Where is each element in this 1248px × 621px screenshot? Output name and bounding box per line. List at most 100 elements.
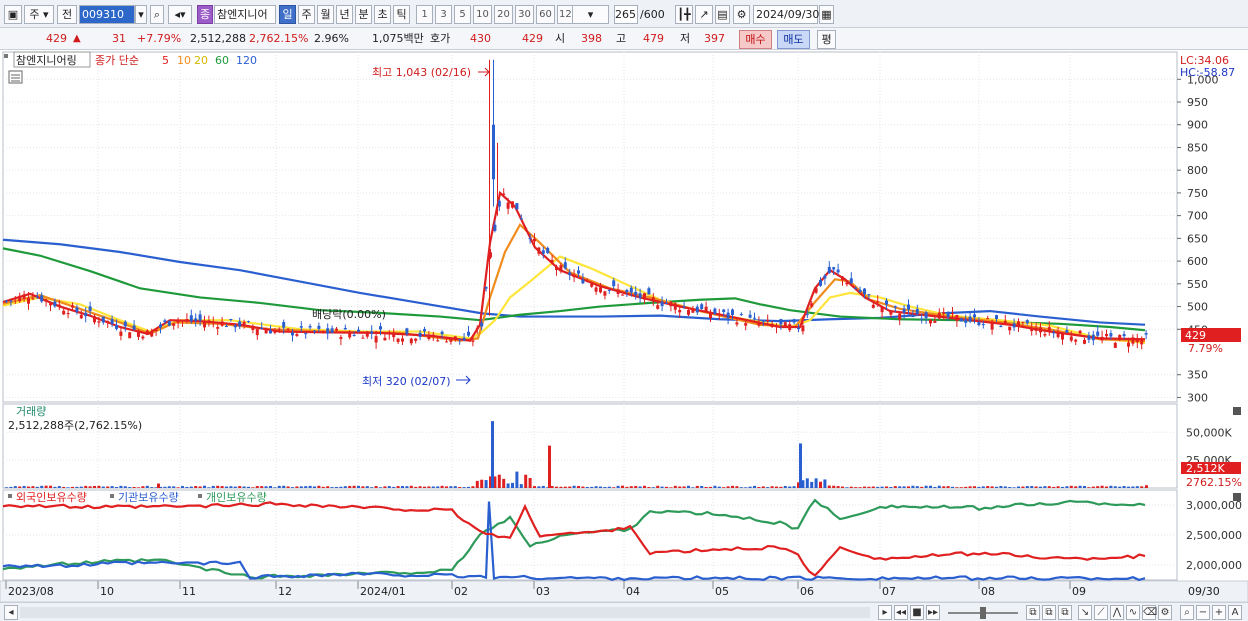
volume-spike-bar [1145, 485, 1148, 488]
candle-body [348, 332, 352, 338]
scroll-left-icon[interactable]: ◂ [4, 605, 18, 620]
volume-bar [71, 486, 74, 488]
minute-tab-5[interactable]: 5 [454, 5, 471, 24]
play-icon[interactable]: ▸▸ [926, 605, 940, 620]
volume-close-icon [1233, 407, 1241, 415]
calendar-icon[interactable]: ▦ [819, 5, 834, 24]
volume-bar [405, 486, 409, 488]
volume-bar [458, 487, 462, 488]
candle-body [1025, 320, 1029, 324]
save-icon[interactable]: ▤ [715, 5, 730, 24]
candle-body [339, 337, 343, 339]
volume-bar [396, 486, 400, 488]
volume-bar [282, 485, 286, 488]
candle-body [247, 321, 250, 323]
price-tick-label: 550 [1187, 278, 1208, 291]
font-icon[interactable]: A [1228, 605, 1242, 620]
fib-tool-icon[interactable]: ⋀ [1110, 605, 1124, 620]
period-tab-1[interactable]: 주 [298, 5, 315, 24]
crosshair-icon[interactable]: ↗ [695, 5, 713, 24]
sound-icon[interactable]: ◂▾ [168, 5, 192, 24]
avg-button[interactable]: 평 [817, 30, 836, 49]
volume-bar [691, 487, 695, 488]
candle-body [801, 325, 805, 332]
volume-bar [35, 486, 39, 488]
period-tab-0[interactable]: 일 [279, 5, 296, 24]
period-tab-3[interactable]: 년 [336, 5, 353, 24]
volume-bar [902, 486, 906, 488]
candle-body [748, 314, 752, 318]
candle-icon[interactable]: ┃╋ [675, 5, 693, 24]
window2-icon[interactable]: ⧉ [1042, 605, 1056, 620]
minute-tab-60[interactable]: 60 [536, 5, 555, 24]
volume-bar [286, 486, 290, 488]
volume-bar [163, 486, 167, 488]
volume-bar [326, 486, 330, 488]
buy-button[interactable]: 매수 [739, 30, 772, 49]
clear-tool-icon[interactable]: ⌫ [1142, 605, 1157, 620]
zoom-in-icon[interactable]: + [1212, 605, 1226, 620]
volume-bar [370, 487, 374, 488]
line-tool-icon[interactable]: ↘ [1078, 605, 1092, 620]
date-input[interactable]: 2024/09/30 [753, 5, 819, 24]
zoom-out-icon[interactable]: − [1196, 605, 1210, 620]
minute-tab-30[interactable]: 30 [515, 5, 534, 24]
minute-tab-3[interactable]: 3 [435, 5, 452, 24]
chart-type-icon[interactable]: ▣ [4, 5, 22, 24]
period-tab-4[interactable]: 분 [355, 5, 372, 24]
candle-body [867, 294, 871, 296]
chart-svg[interactable]: 2023/08 10 11 12 2024/01 02 03 04 05 06 07 08 09 09/3… [0, 50, 1248, 603]
holdings-legend-marker [8, 494, 12, 498]
candle-body [779, 319, 783, 325]
candle-body [1140, 339, 1144, 345]
chart-area[interactable]: 2023/08 10 11 12 2024/01 02 03 04 05 06 07 08 09 09/3… [0, 50, 1248, 603]
stop-icon[interactable]: ■ [910, 605, 924, 620]
candle-body [84, 312, 88, 317]
candle-body [387, 332, 391, 334]
stock-code-input[interactable]: 009310 [79, 5, 135, 24]
window-icon[interactable]: ⧉ [1026, 605, 1040, 620]
candle-body [753, 317, 756, 319]
dividend-annotation: 배당락(0.00%) [312, 308, 386, 321]
volume-bar [656, 485, 660, 488]
candle-body [1052, 332, 1056, 334]
count-input[interactable]: 265 [614, 5, 638, 24]
scroll-right-icon[interactable]: ▸ [878, 605, 892, 620]
candle-body [973, 314, 976, 318]
candle-body [418, 332, 422, 337]
market-select[interactable]: 주 ▾ [24, 5, 54, 24]
period-tab-2[interactable]: 월 [317, 5, 334, 24]
scroll-track[interactable] [20, 607, 870, 618]
volume-bar [577, 486, 580, 488]
zoom-icon[interactable]: ⌕ [1180, 605, 1194, 620]
window3-icon[interactable]: ⧉ [1058, 605, 1072, 620]
volume-bar [665, 486, 668, 488]
jeon-button[interactable]: 전 [57, 5, 77, 24]
candle-body [145, 330, 149, 336]
price-tick-label: 300 [1187, 391, 1208, 404]
minute-tab-20[interactable]: 20 [494, 5, 513, 24]
candle-body [823, 275, 827, 279]
trend-tool-icon[interactable]: ⟋ [1094, 605, 1108, 620]
code-dropdown-icon[interactable]: ▾ [135, 5, 147, 24]
volume-bar [995, 486, 998, 488]
candle-body [902, 308, 906, 313]
candle-body [343, 327, 347, 330]
zoom-slider-handle[interactable] [980, 607, 986, 619]
candle-body [194, 318, 198, 321]
period-tab-5[interactable]: 초 [374, 5, 391, 24]
wave-tool-icon[interactable]: ∿ [1126, 605, 1140, 620]
minute-tab-10[interactable]: 10 [473, 5, 492, 24]
candle-body [788, 324, 792, 331]
search-icon[interactable]: ⌕ [150, 5, 164, 24]
volume-bar [330, 487, 334, 488]
interval-select[interactable]: ▾ [572, 5, 609, 24]
period-tab-6[interactable]: 틱 [393, 5, 410, 24]
sell-button[interactable]: 매도 [777, 30, 810, 49]
chart-scrollbar[interactable]: ◂ ▸ ◂◂ ■ ▸▸ ⧉ ⧉ ⧉ ↘ ⟋ ⋀ ∿ ⌫ ⚙ ⌕ − + A [0, 602, 1248, 621]
settings-tool-icon[interactable]: ⚙ [1158, 605, 1172, 620]
rewind-icon[interactable]: ◂◂ [894, 605, 908, 620]
gear-icon[interactable]: ⚙ [733, 5, 750, 24]
minute-tab-1[interactable]: 1 [416, 5, 433, 24]
volume-bar [814, 478, 818, 488]
